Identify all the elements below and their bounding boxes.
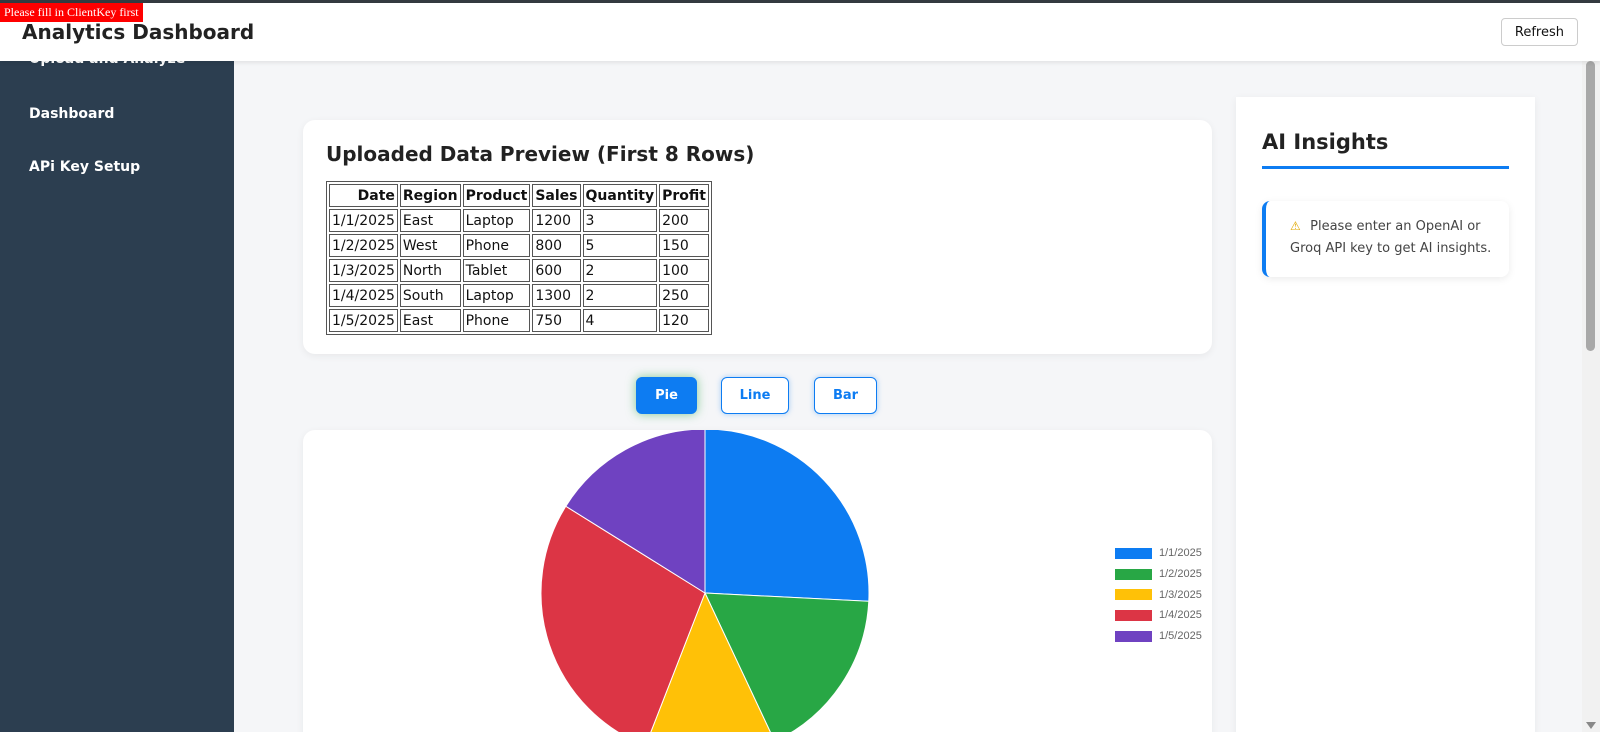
page-title: Analytics Dashboard [22, 20, 255, 44]
table-cell: 750 [532, 309, 581, 332]
sidebar: Upload and Analyze Dashboard APi Key Set… [0, 3, 234, 732]
table-cell: Tablet [462, 259, 531, 282]
table-cell: 600 [532, 259, 581, 282]
table-cell: 1/5/2025 [329, 309, 398, 332]
table-cell: Phone [462, 309, 531, 332]
sidebar-item-api-key-setup[interactable]: APi Key Setup [29, 159, 140, 175]
table-cell: 3 [582, 209, 658, 232]
legend-label: 1/1/2025 [1159, 547, 1202, 560]
column-header-profit: Profit [659, 184, 709, 207]
table-cell: Phone [462, 234, 531, 257]
table-cell: 1/3/2025 [329, 259, 398, 282]
legend-swatch [1115, 589, 1152, 601]
pie-chart-button[interactable]: Pie [636, 377, 697, 414]
data-preview-title: Uploaded Data Preview (First 8 Rows) [326, 142, 755, 166]
table-header-row: Date Region Product Sales Quantity Profi… [329, 184, 709, 207]
table-cell: 1/4/2025 [329, 284, 398, 307]
bar-chart-button[interactable]: Bar [814, 377, 877, 414]
legend-swatch [1115, 547, 1152, 559]
client-key-alert: Please fill in ClientKey first [0, 3, 143, 22]
table-row: 1/1/2025 East Laptop 1200 3 200 [329, 209, 709, 232]
legend-label: 1/4/2025 [1159, 609, 1202, 622]
table-cell: 250 [659, 284, 709, 307]
legend-item[interactable]: 1/3/2025 [1115, 584, 1202, 605]
data-preview-table: Date Region Product Sales Quantity Profi… [326, 181, 712, 335]
ai-insights-title: AI Insights [1262, 130, 1389, 154]
table-cell: 120 [659, 309, 709, 332]
warning-icon: ⚠ [1290, 219, 1301, 233]
table-cell: West [399, 234, 461, 257]
table-cell: 4 [582, 309, 658, 332]
legend-item[interactable]: 1/1/2025 [1115, 543, 1202, 564]
legend-label: 1/2/2025 [1159, 568, 1202, 581]
header-bar: Analytics Dashboard Refresh [0, 3, 1600, 61]
page-scrollbar[interactable] [1582, 61, 1600, 732]
line-chart-button[interactable]: Line [721, 377, 789, 414]
table-cell: East [399, 309, 461, 332]
column-header-quantity: Quantity [582, 184, 658, 207]
table-row: 1/4/2025 South Laptop 1300 2 250 [329, 284, 709, 307]
table-cell: East [399, 209, 461, 232]
table-cell: 2 [582, 259, 658, 282]
legend-item[interactable]: 1/5/2025 [1115, 626, 1202, 647]
table-cell: 200 [659, 209, 709, 232]
table-cell: 800 [532, 234, 581, 257]
scrollbar-thumb[interactable] [1586, 61, 1595, 351]
table-row: 1/2/2025 West Phone 800 5 150 [329, 234, 709, 257]
table-cell: Laptop [462, 209, 531, 232]
ai-insights-underline [1262, 166, 1509, 169]
table-cell: 150 [659, 234, 709, 257]
column-header-date: Date [329, 184, 398, 207]
pie-chart [540, 430, 870, 732]
table-row: 1/5/2025 East Phone 750 4 120 [329, 309, 709, 332]
legend-swatch [1115, 609, 1152, 621]
column-header-sales: Sales [532, 184, 581, 207]
chart-card: 1/1/2025 1/2/2025 1/3/2025 1/4/2025 1/5/2025 [303, 430, 1212, 732]
column-header-product: Product [462, 184, 531, 207]
refresh-button[interactable]: Refresh [1500, 18, 1578, 46]
ai-insights-message: Please enter an OpenAI or Groq API key t… [1290, 219, 1492, 256]
table-cell: 1/1/2025 [329, 209, 398, 232]
table-cell: Laptop [462, 284, 531, 307]
ai-insights-notice: ⚠ Please enter an OpenAI or Groq API key… [1262, 201, 1509, 277]
table-cell: 1300 [532, 284, 581, 307]
legend-label: 1/5/2025 [1159, 630, 1202, 643]
data-preview-card: Uploaded Data Preview (First 8 Rows) Dat… [303, 120, 1212, 354]
table-cell: 1200 [532, 209, 581, 232]
legend-item[interactable]: 1/4/2025 [1115, 605, 1202, 626]
table-cell: 5 [582, 234, 658, 257]
table-cell: 100 [659, 259, 709, 282]
table-row: 1/3/2025 North Tablet 600 2 100 [329, 259, 709, 282]
table-cell: 2 [582, 284, 658, 307]
ai-insights-panel: AI Insights ⚠ Please enter an OpenAI or … [1236, 97, 1535, 732]
scroll-down-arrow-icon[interactable] [1586, 722, 1596, 729]
sidebar-item-dashboard[interactable]: Dashboard [29, 106, 114, 122]
column-header-region: Region [399, 184, 461, 207]
chart-legend: 1/1/2025 1/2/2025 1/3/2025 1/4/2025 1/5/2025 [1115, 543, 1202, 646]
legend-swatch [1115, 568, 1152, 580]
table-cell: North [399, 259, 461, 282]
pie-slice-1-1-2025[interactable] [704, 430, 870, 602]
legend-item[interactable]: 1/2/2025 [1115, 564, 1202, 585]
table-cell: 1/2/2025 [329, 234, 398, 257]
legend-label: 1/3/2025 [1159, 588, 1202, 601]
legend-swatch [1115, 630, 1152, 642]
table-cell: South [399, 284, 461, 307]
